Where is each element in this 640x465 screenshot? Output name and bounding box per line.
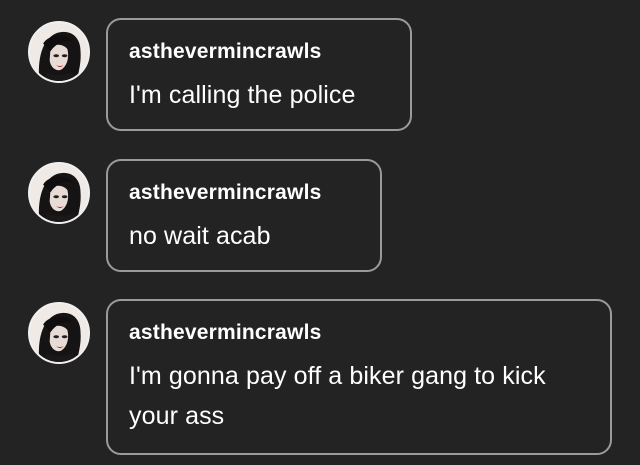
user-avatar-icon[interactable] [28,21,90,83]
message-text: no wait acab [129,222,271,250]
message-bubble[interactable]: asthevermincrawls no wait acab [106,159,382,272]
message-username[interactable]: asthevermincrawls [129,321,590,345]
message-text: I'm gonna pay off a biker gang to kick y… [129,362,546,430]
message-username[interactable]: asthevermincrawls [129,40,390,64]
message-text: I'm calling the police [129,81,356,109]
message-bubble[interactable]: asthevermincrawls I'm calling the police [106,18,412,131]
user-avatar-icon[interactable] [28,302,90,364]
user-avatar-icon[interactable] [28,162,90,224]
message-bubble[interactable]: asthevermincrawls I'm gonna pay off a bi… [106,299,612,455]
message-thread: asthevermincrawls I'm calling the police… [0,0,640,465]
message-username[interactable]: asthevermincrawls [129,181,360,205]
